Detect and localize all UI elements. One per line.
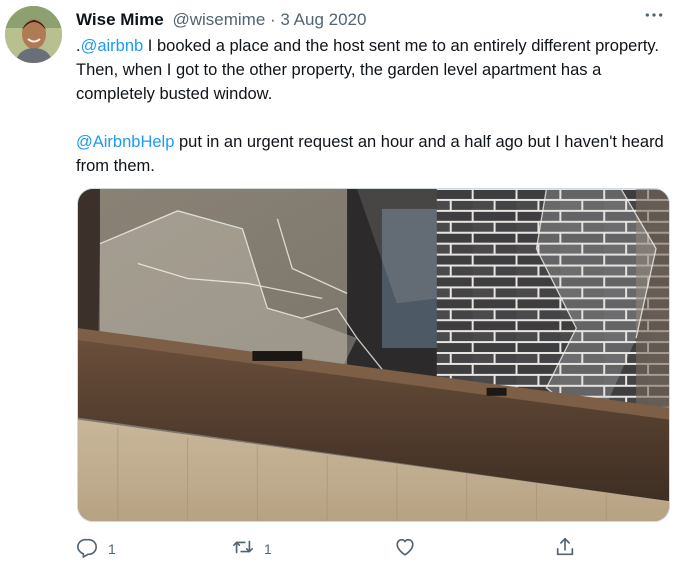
retweet-button[interactable]: 1 [232,536,272,562]
share-icon [554,536,576,563]
tweet-paragraph: .@airbnb I booked a place and the host s… [76,34,666,106]
tweet-actions: 1 1 [76,536,676,562]
display-name[interactable]: Wise Mime [76,10,164,29]
share-button[interactable] [554,536,576,562]
reply-icon [76,536,98,563]
like-button[interactable] [394,536,416,562]
retweet-count: 1 [264,541,272,557]
reply-button[interactable]: 1 [76,536,116,562]
retweet-icon [232,536,254,563]
tweet-photo[interactable] [77,188,670,522]
tweet-date[interactable]: 3 Aug 2020 [280,10,366,29]
tweet-text: .@airbnb I booked a place and the host s… [76,34,666,178]
separator-dot: · [270,10,276,29]
paragraph-text: I booked a place and the host sent me to… [76,37,660,103]
ellipsis-icon[interactable] [642,9,666,27]
mention-airbnb[interactable]: @airbnb [81,37,144,55]
user-handle[interactable]: @wisemime [172,10,265,29]
reply-count: 1 [108,541,116,557]
tweet: Wise Mime @wisemime · 3 Aug 2020 .@airbn… [0,0,680,567]
mention-airbnbhelp[interactable]: @AirbnbHelp [76,133,174,151]
broken-window-image [78,189,669,521]
avatar[interactable] [5,6,62,63]
tweet-header: Wise Mime @wisemime · 3 Aug 2020 [76,9,660,31]
heart-icon [394,536,416,563]
tweet-paragraph: @AirbnbHelp put in an urgent request an … [76,130,666,178]
